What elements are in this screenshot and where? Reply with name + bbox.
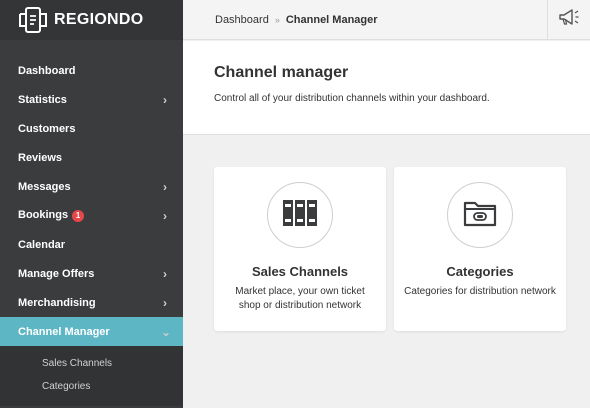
sidebar-subitem-sales-channels[interactable]: Sales Channels xyxy=(0,352,183,375)
breadcrumb-separator: » xyxy=(274,14,280,25)
sidebar-item-label: Manage Offers xyxy=(18,267,95,280)
binders-icon xyxy=(282,199,318,232)
page-header: Channel manager Control all of your dist… xyxy=(183,41,590,135)
sidebar-item-messages[interactable]: Messages › xyxy=(0,172,183,201)
sidebar-item-label: Dashboard xyxy=(18,64,76,77)
sidebar-item-manage-offers[interactable]: Manage Offers › xyxy=(0,259,183,288)
sidebar: REGIONDO Dashboard Statistics › Customer… xyxy=(0,0,183,408)
sidebar-item-calendar[interactable]: Calendar xyxy=(0,230,183,259)
sidebar-item-label: Customers xyxy=(18,122,76,135)
notification-badge: 1 xyxy=(72,209,85,222)
sidebar-item-label: Merchandising xyxy=(18,296,96,309)
sidebar-item-merchandising[interactable]: Merchandising › xyxy=(0,288,183,317)
sidebar-item-reviews[interactable]: Reviews xyxy=(0,143,183,172)
sidebar-item-label: Statistics xyxy=(18,93,67,106)
chevron-right-icon: › xyxy=(163,92,167,107)
breadcrumb-home-link[interactable]: Dashboard xyxy=(215,14,269,26)
breadcrumb: Dashboard » Channel Manager xyxy=(183,14,547,26)
sidebar-item-label: Calendar xyxy=(18,238,66,251)
card-description: Categories for distribution network xyxy=(404,286,556,297)
sidebar-item-text: Bookings xyxy=(18,209,69,222)
sidebar-item-label: Channel Manager xyxy=(18,325,110,338)
card-icon-circle xyxy=(447,182,513,248)
megaphone-icon xyxy=(558,8,580,31)
chevron-down-icon: ⌄ xyxy=(161,324,172,339)
chevron-right-icon: › xyxy=(163,266,167,281)
sidebar-item-label: Bookings 1 xyxy=(18,209,161,222)
sidebar-item-label: Messages xyxy=(18,180,71,193)
card-title: Categories xyxy=(446,264,514,279)
chevron-right-icon: › xyxy=(163,179,167,194)
sidebar-item-label: Reviews xyxy=(18,151,63,164)
sales-channels-card[interactable]: Sales Channels Market place, your own ti… xyxy=(214,167,386,331)
logo[interactable]: REGIONDO xyxy=(0,0,183,40)
sidebar-item-bookings[interactable]: Bookings 1 › xyxy=(0,201,183,230)
brand-name: REGIONDO xyxy=(54,11,144,28)
announcements-button[interactable] xyxy=(547,0,590,40)
card-title: Sales Channels xyxy=(251,264,349,279)
breadcrumb-current: Channel Manager xyxy=(285,13,378,26)
sidebar-subnav: Sales Channels Categories xyxy=(0,346,183,406)
chevron-right-icon: › xyxy=(163,208,167,223)
page-subtitle: Control all of your distribution channel… xyxy=(214,93,490,104)
sidebar-nav: Dashboard Statistics › Customers Reviews… xyxy=(0,40,183,346)
page-title: Channel manager xyxy=(214,64,349,81)
card-description: Market place, your own ticket shop or di… xyxy=(235,286,365,311)
chevron-right-icon: › xyxy=(163,295,167,310)
sidebar-item-channel-manager[interactable]: Channel Manager ⌄ xyxy=(0,317,183,346)
top-bar: Dashboard » Channel Manager xyxy=(183,0,590,40)
regiondo-logo-icon xyxy=(18,6,48,34)
folder-icon xyxy=(463,199,497,232)
sidebar-item-statistics[interactable]: Statistics › xyxy=(0,85,183,114)
sidebar-item-customers[interactable]: Customers xyxy=(0,114,183,143)
card-icon-circle xyxy=(267,182,333,248)
categories-card[interactable]: Categories Categories for distribution n… xyxy=(394,167,566,331)
sidebar-subitem-categories[interactable]: Categories xyxy=(0,375,183,398)
sidebar-item-dashboard[interactable]: Dashboard xyxy=(0,56,183,85)
